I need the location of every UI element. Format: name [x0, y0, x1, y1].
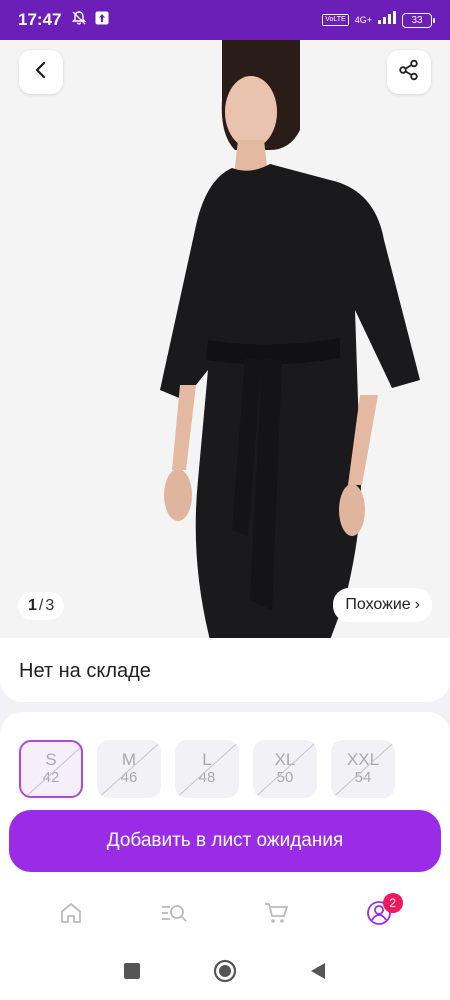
product-gallery[interactable]: 1 / 3 Похожие › [0, 40, 450, 650]
chevron-right-icon: › [414, 596, 420, 613]
similar-button[interactable]: Похожие › [333, 588, 432, 622]
nav-cart[interactable] [254, 893, 298, 937]
image-counter: 1 / 3 [18, 592, 65, 620]
system-nav [0, 946, 450, 1000]
upload-notification-icon [95, 11, 109, 30]
home-icon [59, 901, 83, 930]
cta-bar: Добавить в лист ожидания [0, 800, 450, 884]
similar-label: Похожие [345, 596, 411, 613]
signal-icon [378, 11, 396, 29]
nav-profile[interactable]: 2 [357, 893, 403, 937]
volte-icon: VoLTE [322, 14, 349, 26]
size-name: XL [274, 750, 296, 769]
size-chip-m[interactable]: M 46 [97, 740, 161, 798]
cart-icon [263, 901, 289, 930]
network-type: 4G+ [354, 14, 372, 25]
nav-catalog[interactable] [152, 893, 196, 937]
stock-card: Нет на складе [0, 638, 450, 702]
image-counter-separator: / [38, 597, 44, 614]
size-name: S [45, 750, 57, 769]
status-bar: 17:47 VoLTE 4G+ 33 [0, 0, 450, 40]
size-chip-xl[interactable]: XL 50 [253, 740, 317, 798]
back-button[interactable] [19, 50, 63, 94]
catalog-search-icon [160, 901, 188, 930]
recents-icon[interactable] [123, 962, 141, 985]
size-ru: 48 [198, 769, 216, 786]
stock-status: Нет на складе [19, 660, 151, 682]
image-counter-total: 3 [45, 597, 55, 614]
nav-home[interactable] [49, 893, 93, 937]
size-chip-s[interactable]: S 42 [19, 740, 83, 798]
battery-level: 33 [411, 14, 423, 26]
muted-bell-icon [71, 10, 87, 31]
add-to-waitlist-button[interactable]: Добавить в лист ожидания [9, 810, 441, 872]
back-triangle-icon[interactable] [309, 962, 327, 985]
size-chip-xxl[interactable]: XXL 54 [331, 740, 395, 798]
size-selector: S 42 M 46 L 48 XL 50 XXL 54 [19, 740, 431, 798]
size-chip-l[interactable]: L 48 [175, 740, 239, 798]
status-time: 17:47 [18, 10, 62, 29]
product-photo [0, 40, 450, 650]
bottom-nav: 2 [0, 884, 450, 946]
home-circle-icon[interactable] [213, 959, 237, 988]
share-icon [398, 59, 420, 86]
share-button[interactable] [387, 50, 431, 94]
battery-icon: 33 [402, 12, 435, 28]
chevron-left-icon [32, 61, 50, 84]
image-counter-current: 1 [28, 597, 37, 614]
size-ru: 50 [276, 769, 294, 786]
size-ru: 54 [354, 769, 372, 786]
profile-badge: 2 [382, 893, 403, 913]
size-ru: 46 [120, 769, 138, 786]
